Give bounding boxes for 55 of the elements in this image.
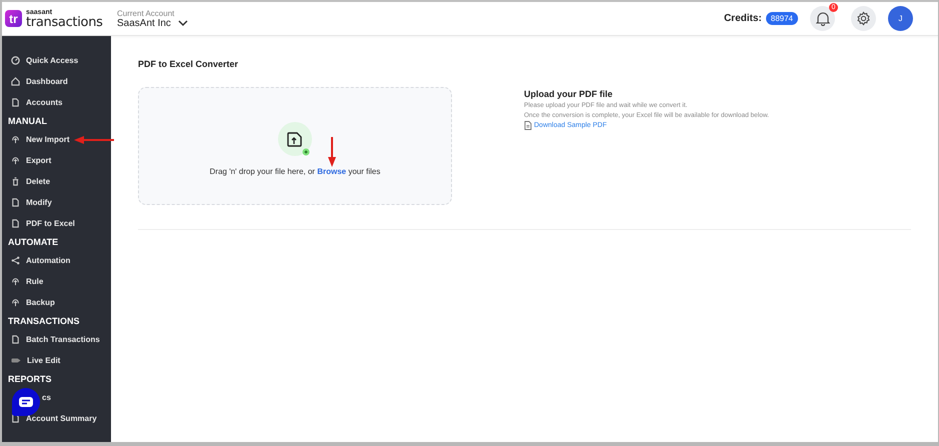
settings-button[interactable] bbox=[851, 6, 876, 31]
sidebar-item[interactable]: Quick Access bbox=[2, 56, 78, 65]
upload-icon bbox=[11, 135, 20, 144]
home-icon bbox=[11, 77, 20, 86]
sidebar-item[interactable]: Modify bbox=[2, 198, 52, 207]
upload-icon bbox=[11, 277, 20, 286]
settings-icon bbox=[856, 11, 871, 26]
document-icon bbox=[11, 198, 20, 207]
document-icon bbox=[524, 121, 532, 130]
tag-icon bbox=[11, 356, 21, 365]
chat-button[interactable] bbox=[12, 388, 40, 416]
account-label: Current Account bbox=[117, 8, 176, 18]
sidebar-item[interactable]: Batch Transactions bbox=[2, 335, 100, 344]
sidebar-section-heading: AUTOMATE bbox=[7, 236, 60, 249]
upload-icon bbox=[11, 298, 20, 307]
sidebar-item[interactable]: PDF to Excel bbox=[2, 219, 75, 228]
sidebar-item[interactable]: Export bbox=[2, 156, 52, 165]
credits-label: Credits: bbox=[724, 13, 762, 24]
dropzone-instructions: Drag 'n' drop your file here, or Browse your files bbox=[210, 167, 380, 176]
sidebar-section-heading: REPORTS bbox=[7, 373, 53, 386]
sidebar-item[interactable]: Delete bbox=[2, 177, 50, 186]
document-icon bbox=[11, 219, 20, 228]
page-title: PDF to Excel Converter bbox=[138, 59, 240, 69]
share-icon bbox=[11, 256, 20, 265]
logo-mark: tr bbox=[5, 10, 22, 27]
sidebar-section-heading: MANUAL bbox=[7, 115, 48, 128]
sidebar-section-heading: TRANSACTIONS bbox=[7, 315, 80, 328]
sidebar-item[interactable]: Automation bbox=[2, 256, 70, 265]
credits-badge: 88974 bbox=[766, 12, 798, 25]
gauge-icon bbox=[11, 56, 20, 65]
file-upload-icon bbox=[278, 122, 312, 156]
sidebar-item[interactable]: Dashboard bbox=[2, 77, 68, 86]
sidebar-item[interactable]: Live Edit bbox=[2, 356, 60, 365]
annotation-arrow bbox=[74, 135, 114, 145]
document-icon bbox=[11, 98, 20, 107]
user-avatar[interactable]: J bbox=[888, 6, 913, 31]
annotation-arrow bbox=[327, 137, 338, 167]
brand-name: transactions bbox=[26, 16, 103, 28]
trash-icon bbox=[11, 177, 20, 186]
chevron-down-icon bbox=[178, 20, 188, 26]
bell-icon bbox=[816, 11, 830, 26]
account-selector[interactable]: SaasAnt Inc bbox=[117, 18, 188, 28]
document-icon bbox=[11, 335, 20, 344]
browse-link[interactable]: Browse bbox=[317, 167, 346, 176]
file-dropzone[interactable]: Drag 'n' drop your file here, or Browse your files bbox=[138, 87, 452, 205]
sidebar-item[interactable]: Account Summary bbox=[2, 414, 97, 423]
upload-icon bbox=[11, 156, 20, 165]
sidebar-item[interactable]: cs bbox=[42, 393, 51, 402]
sidebar-item[interactable]: New Import bbox=[2, 135, 70, 144]
upload-heading: Upload your PDF file bbox=[524, 89, 614, 99]
chat-icon bbox=[18, 396, 34, 408]
document-icon bbox=[11, 414, 20, 423]
sidebar-item[interactable]: Rule bbox=[2, 277, 44, 286]
sidebar-item[interactable]: Backup bbox=[2, 298, 55, 307]
sidebar-item[interactable]: Accounts bbox=[2, 98, 62, 107]
